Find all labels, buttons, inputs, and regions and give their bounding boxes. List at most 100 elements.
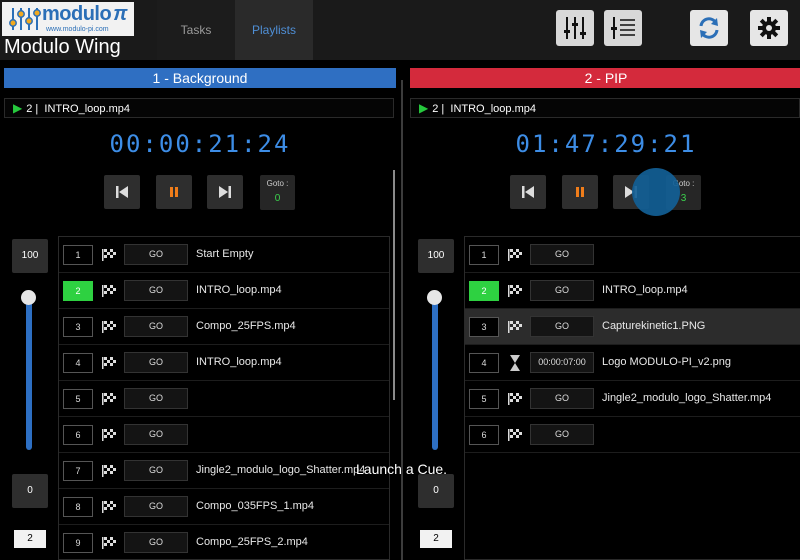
cue-number[interactable]: 7 [63,461,93,481]
goto-button[interactable]: Goto : 0 [260,175,295,210]
cue-number[interactable]: 5 [63,389,93,409]
cue-name: Capturekinetic1.PNG [602,320,706,332]
skip-previous-icon [116,186,128,198]
go-button[interactable]: GO [124,280,188,301]
go-button[interactable]: GO [124,496,188,517]
cue-row: 2 GO INTRO_loop.mp4 [465,273,800,309]
mixer-sliders-icon [564,17,586,39]
go-button[interactable]: GO [530,280,594,301]
logo-box: modulo π www.modulo-pi.com [2,2,134,36]
go-button[interactable]: GO [124,316,188,337]
play-icon: ▶ [13,101,23,115]
app-title: Modulo Wing [4,36,121,58]
cue-number[interactable]: 6 [63,425,93,445]
cue-name: Compo_035FPS_1.mp4 [196,500,315,512]
go-button[interactable]: GO [124,352,188,373]
go-button[interactable]: GO [124,244,188,265]
cue-number[interactable]: 3 [63,317,93,337]
cue-name: INTRO_loop.mp4 [196,284,282,296]
goto-value: 0 [274,193,281,204]
flag-icon [508,249,522,261]
now-playing-bar: ▶ 2 | INTRO_loop.mp4 [4,98,394,118]
cue-number[interactable]: 2 [469,281,499,301]
cue-number[interactable]: 6 [469,425,499,445]
flag-icon [508,321,522,333]
volume-max-button[interactable]: 100 [12,239,48,273]
play-icon: ▶ [419,101,429,115]
volume-slider-knob[interactable] [21,290,36,305]
hourglass-icon [510,355,520,371]
playlist-view-icon [611,17,635,39]
cue-row: 1 GO Start Empty [59,237,389,273]
panel-header: 2 - PIP [410,68,800,88]
cue-name: Compo_25FPS_2.mp4 [196,536,308,548]
volume-min-button[interactable]: 0 [418,474,454,508]
cue-list: 1 GO Start Empty 2 GO INTRO_loop.mp4 3 G… [58,236,390,560]
cue-row: 3 GO Compo_25FPS.mp4 [59,309,389,345]
tooltip: Launch a Cue. [356,461,448,477]
tab-tasks[interactable]: Tasks [157,0,235,60]
cue-number[interactable]: 4 [63,353,93,373]
flag-icon [508,393,522,405]
cue-row: 8 GO Compo_035FPS_1.mp4 [59,489,389,525]
cue-row: 9 GO Compo_25FPS_2.mp4 [59,525,389,559]
volume-slider-track[interactable] [26,298,32,450]
pause-icon [576,187,584,197]
cue-number[interactable]: 4 [469,353,499,373]
volume-slider-track[interactable] [432,298,438,450]
next-cue-button[interactable] [207,175,243,209]
page-number[interactable]: 2 [14,530,46,548]
playlist-view-button[interactable] [604,10,642,46]
cue-number[interactable]: 1 [469,245,499,265]
panel-header: 1 - Background [4,68,396,88]
cue-name: Jingle2_modulo_logo_Shatter.mp4 [602,392,772,404]
page-number[interactable]: 2 [420,530,452,548]
now-playing-bar: ▶ 2 | INTRO_loop.mp4 [410,98,800,118]
gear-icon [758,17,780,39]
previous-cue-button[interactable] [104,175,140,209]
cue-number[interactable]: 3 [469,317,499,337]
cue-row: 7 GO Jingle2_modulo_logo_Shatter.mp4 [59,453,389,489]
flag-icon [102,285,116,297]
flag-icon [102,357,116,369]
flag-icon [102,537,116,549]
flag-icon [102,393,116,405]
go-button[interactable]: GO [124,424,188,445]
go-button[interactable]: GO [530,388,594,409]
cue-number[interactable]: 8 [63,497,93,517]
pause-button[interactable] [562,175,598,209]
volume-min-button[interactable]: 0 [12,474,48,508]
go-button[interactable]: GO [530,244,594,265]
cue-list-scrollbar[interactable] [393,170,395,400]
flag-icon [102,249,116,261]
go-button[interactable]: GO [530,316,594,337]
flag-icon [508,285,522,297]
playlist-panel-pip: 2 - PIP ▶ 2 | INTRO_loop.mp4 01:47:29:21 … [410,68,800,560]
logo: modulo π www.modulo-pi.com Modulo Wing [0,0,158,60]
panel-divider [401,80,403,560]
cue-row: 5 GO [59,381,389,417]
delay-timer[interactable]: 00:00:07:00 [530,352,594,373]
now-playing-file: INTRO_loop.mp4 [44,103,130,115]
cue-row: 6 GO [465,417,800,453]
cue-number[interactable]: 2 [63,281,93,301]
now-playing-index: 2 | [26,103,39,115]
sync-button[interactable] [690,10,728,46]
go-button[interactable]: GO [124,388,188,409]
previous-cue-button[interactable] [510,175,546,209]
cue-number[interactable]: 1 [63,245,93,265]
go-button[interactable]: GO [124,460,188,481]
pause-button[interactable] [156,175,192,209]
go-button[interactable]: GO [124,532,188,553]
tab-playlists[interactable]: Playlists [235,0,313,60]
cue-number[interactable]: 5 [469,389,499,409]
flag-icon [102,429,116,441]
volume-slider-knob[interactable] [427,290,442,305]
cue-number[interactable]: 9 [63,533,93,553]
timecode-display: 00:00:21:24 [109,130,291,158]
mixer-view-button[interactable] [556,10,594,46]
go-button[interactable]: GO [530,424,594,445]
volume-max-button[interactable]: 100 [418,239,454,273]
cue-row: 2 GO INTRO_loop.mp4 [59,273,389,309]
settings-button[interactable] [750,10,788,46]
